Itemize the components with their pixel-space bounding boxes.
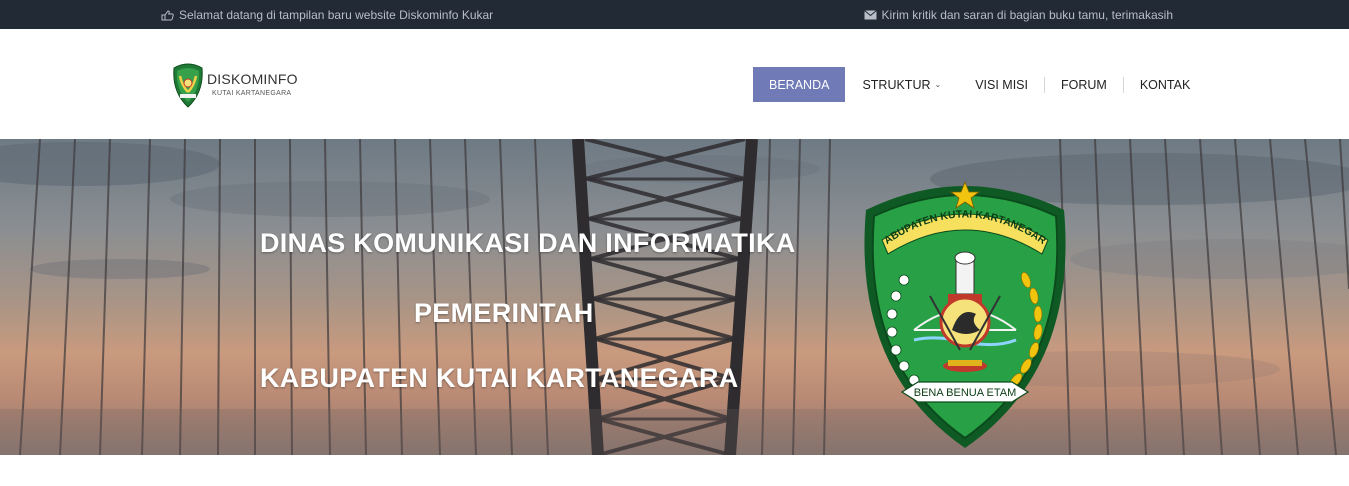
nav-forum-label: FORUM	[1061, 77, 1107, 92]
emblem-ribbon-text: BENA BENUA ETAM	[914, 387, 1017, 399]
welcome-text: Selamat datang di tampilan baru website …	[179, 8, 494, 22]
guestbook-message: Kirim kritik dan saran di bagian buku ta…	[863, 8, 1173, 22]
site-header: DISKOMINFO KUTAI KARTANEGARA BERANDA STR…	[0, 29, 1349, 139]
hero-banner: DINAS KOMUNIKASI DAN INFORMATIKA PEMERIN…	[0, 139, 1349, 455]
nav-visi-misi-label: VISI MISI	[975, 77, 1028, 92]
nav-beranda-label: BERANDA	[769, 77, 830, 92]
nav-forum[interactable]: FORUM	[1045, 67, 1123, 102]
nav-beranda[interactable]: BERANDA	[753, 67, 846, 102]
top-bar: Selamat datang di tampilan baru website …	[0, 0, 1349, 29]
site-logo[interactable]: DISKOMINFO KUTAI KARTANEGARA	[171, 62, 311, 108]
kukar-emblem-logo-icon	[173, 63, 203, 108]
nav-kontak[interactable]: KONTAK	[1124, 67, 1190, 102]
hero-title-line2: PEMERINTAH	[414, 298, 594, 328]
bridge-background-image	[0, 139, 1349, 455]
logo-title: DISKOMINFO	[207, 71, 298, 87]
guestbook-text: Kirim kritik dan saran di bagian buku ta…	[881, 8, 1173, 22]
nav-struktur-label: STRUKTUR	[862, 77, 931, 92]
nav-struktur[interactable]: STRUKTUR ⌄	[845, 67, 975, 102]
logo-subtitle: KUTAI KARTANEGARA	[212, 90, 292, 97]
welcome-message: Selamat datang di tampilan baru website …	[161, 8, 493, 22]
nav-visi-misi[interactable]: VISI MISI	[975, 67, 1044, 102]
content-area	[0, 455, 1349, 486]
hero-title-line3: KABUPATEN KUTAI KARTANEGARA	[260, 363, 739, 393]
kutai-kartanegara-emblem-icon: KABUPATEN KUTAI KARTANEGARA	[856, 170, 1066, 448]
hand-pointer-icon	[161, 9, 174, 20]
nav-kontak-label: KONTAK	[1139, 77, 1191, 92]
chevron-down-icon: ⌄	[934, 80, 942, 89]
envelope-icon	[863, 10, 877, 20]
hero-title-line1: DINAS KOMUNIKASI DAN INFORMATIKA	[260, 228, 796, 258]
main-nav: BERANDA STRUKTUR ⌄ VISI MISI FORUM KONTA…	[753, 67, 1190, 102]
